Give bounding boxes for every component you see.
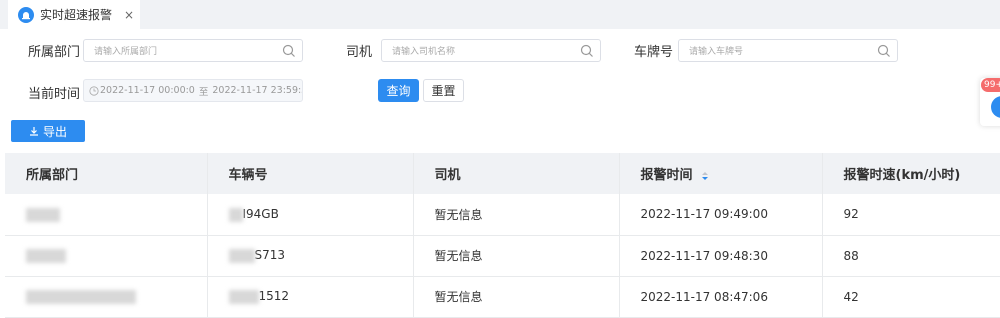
alarm-time-label: 报警时间 — [640, 168, 693, 183]
table-row[interactable]: 1512 暂无信息 2022-11-17 08:47:06 42 — [5, 276, 1000, 318]
time-label: 当前时间 — [28, 87, 81, 102]
plate-input[interactable]: 请输入车牌号 — [678, 39, 898, 62]
floating-widget[interactable]: 99+ — [980, 78, 1000, 126]
tab-realtime-speeding-alarm[interactable]: 实时超速报警 × — [8, 0, 140, 29]
assistant-icon[interactable] — [991, 96, 1000, 118]
tab-label: 实时超速报警 — [40, 8, 113, 22]
search-icon[interactable] — [877, 44, 891, 58]
driver-label: 司机 — [346, 45, 373, 60]
export-button[interactable]: 导出 — [11, 120, 85, 142]
col-header-alarm-time[interactable]: 报警时间 — [619, 153, 823, 194]
dept-placeholder: 请输入所属部门 — [94, 47, 158, 57]
plate-suffix: 1512 — [258, 289, 290, 304]
reset-button[interactable]: 重置 — [423, 79, 464, 102]
plate-suffix: I94GB — [242, 207, 279, 221]
cell-dept — [5, 194, 208, 236]
query-button[interactable]: 查询 — [378, 79, 419, 102]
sort-icon[interactable] — [701, 171, 709, 181]
plate-placeholder: 请输入车牌号 — [689, 47, 744, 57]
search-icon[interactable] — [282, 44, 296, 58]
cell-driver: 暂无信息 — [413, 194, 620, 236]
alarm-icon — [18, 6, 34, 23]
redacted-block — [26, 289, 136, 304]
dept-label: 所属部门 — [28, 45, 81, 60]
cell-plate: 1512 — [207, 276, 414, 318]
date-end: 2022-11-17 23:59:5 — [212, 85, 303, 96]
redacted-block — [228, 289, 259, 304]
table-header-row: 所属部门 车辆号 司机 报警时间 报警时速(km/小时) — [5, 153, 1000, 194]
cell-plate: S713 — [207, 235, 414, 277]
table-row[interactable]: I94GB 暂无信息 2022-11-17 09:49:00 92 — [5, 194, 1000, 236]
notification-badge: 99+ — [981, 78, 1000, 92]
table-row[interactable]: S713 暂无信息 2022-11-17 09:48:30 88 — [5, 235, 1000, 277]
plate-suffix: S713 — [254, 248, 286, 263]
search-icon[interactable] — [580, 44, 594, 58]
tab-bar: 实时超速报警 × — [0, 0, 1000, 29]
close-icon[interactable]: × — [124, 8, 134, 22]
col-header-dept: 所属部门 — [5, 153, 208, 194]
date-separator: 至 — [198, 86, 209, 98]
cell-speed: 88 — [822, 235, 1000, 277]
driver-placeholder: 请输入司机名称 — [392, 47, 456, 57]
cell-dept — [5, 276, 208, 318]
date-range-picker[interactable]: 2022-11-17 00:00:0 至 2022-11-17 23:59:5 — [83, 79, 303, 102]
dept-input[interactable]: 请输入所属部门 — [83, 39, 303, 62]
redacted-block — [228, 248, 255, 263]
export-label: 导出 — [42, 124, 67, 139]
plate-label: 车牌号 — [634, 45, 674, 60]
cell-time: 2022-11-17 09:48:30 — [619, 235, 823, 277]
cell-dept — [5, 235, 208, 277]
cell-plate: I94GB — [207, 194, 414, 236]
cell-speed: 42 — [822, 276, 1000, 318]
redacted-block — [26, 248, 66, 263]
cell-driver: 暂无信息 — [413, 276, 620, 318]
driver-input[interactable]: 请输入司机名称 — [381, 39, 601, 62]
redacted-block — [26, 207, 60, 222]
cell-time: 2022-11-17 08:47:06 — [619, 276, 823, 318]
date-start: 2022-11-17 00:00:0 — [100, 85, 195, 96]
cell-speed: 92 — [822, 194, 1000, 236]
redacted-block — [228, 207, 243, 222]
col-header-plate: 车辆号 — [207, 153, 414, 194]
cell-time: 2022-11-17 09:49:00 — [619, 194, 823, 236]
clock-icon — [89, 85, 99, 96]
cell-driver: 暂无信息 — [413, 235, 620, 277]
col-header-driver: 司机 — [413, 153, 620, 194]
download-icon — [29, 127, 38, 136]
col-header-speed: 报警时速(km/小时) — [822, 153, 1000, 194]
alarm-table: 所属部门 车辆号 司机 报警时间 报警时速(km/小时) I94GB 暂无信息 … — [5, 153, 1000, 318]
